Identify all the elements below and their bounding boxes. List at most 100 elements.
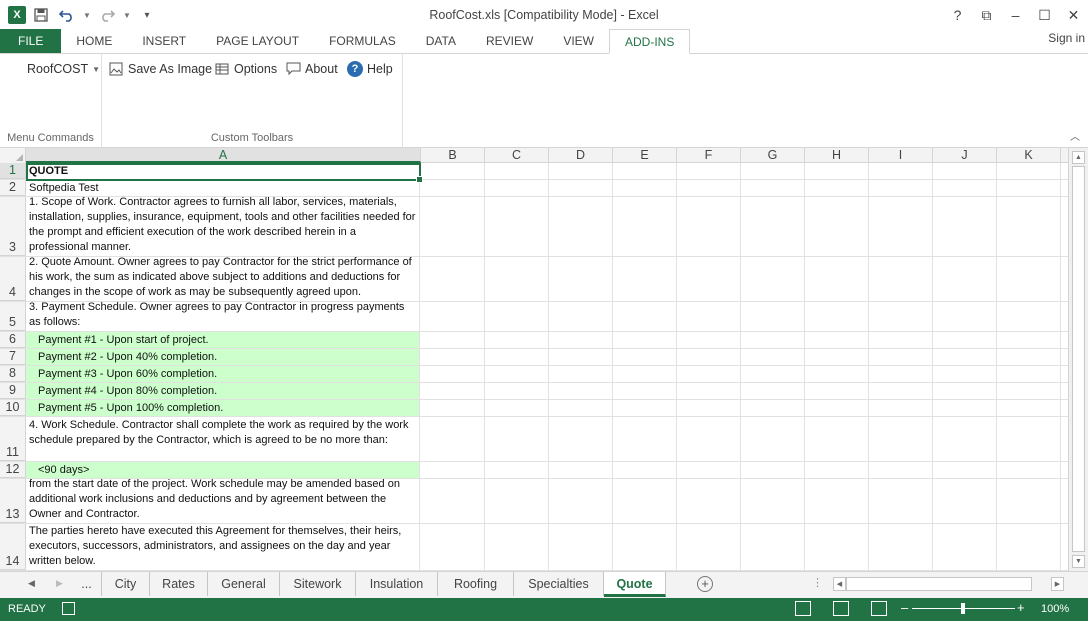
sheet-tab-insulation[interactable]: Insulation [356, 572, 438, 596]
vertical-scrollbar[interactable]: ▲ ▼ [1068, 148, 1088, 571]
tab-home[interactable]: HOME [61, 29, 127, 53]
prev-sheet-icon[interactable]: ◀ [28, 578, 35, 589]
grid-cell[interactable] [741, 349, 805, 365]
grid-cell[interactable] [933, 400, 997, 416]
grid-cell[interactable] [805, 383, 869, 399]
grid-cell[interactable] [421, 349, 485, 365]
grid-cell[interactable] [997, 383, 1061, 399]
grid-cell[interactable] [485, 257, 549, 301]
grid-cell[interactable] [677, 332, 741, 348]
grid-cell[interactable] [933, 479, 997, 523]
cell-a9[interactable]: Payment #4 - Upon 80% completion. [26, 383, 420, 399]
grid-cell[interactable] [613, 180, 677, 196]
grid-cell[interactable] [997, 417, 1061, 461]
grid-cell[interactable] [549, 383, 613, 399]
grid-cell[interactable] [485, 479, 549, 523]
grid-cell[interactable] [869, 180, 933, 196]
grid-cell[interactable] [933, 332, 997, 348]
zoom-slider-thumb[interactable] [961, 603, 965, 614]
grid-cell[interactable] [997, 366, 1061, 382]
grid-cell[interactable] [997, 163, 1061, 179]
grid-cell[interactable] [421, 257, 485, 301]
grid-cell[interactable] [549, 257, 613, 301]
grid-cell[interactable] [869, 462, 933, 478]
scroll-left-icon[interactable]: ◀ [833, 577, 846, 591]
column-header-d[interactable]: D [549, 148, 613, 163]
grid-cell[interactable] [549, 366, 613, 382]
grid-cell[interactable] [549, 302, 613, 331]
grid-cell[interactable] [421, 462, 485, 478]
cell-a14[interactable]: The parties hereto have executed this Ag… [26, 524, 420, 570]
grid-cell[interactable] [997, 257, 1061, 301]
column-header-k[interactable]: K [997, 148, 1061, 163]
help-ribbon-button[interactable]: ? Help [347, 60, 393, 78]
cell-a6[interactable]: Payment #1 - Upon start of project. [26, 332, 420, 348]
row-header[interactable]: 13 [0, 479, 26, 523]
grid-cell[interactable] [549, 417, 613, 461]
grid-cell[interactable] [997, 180, 1061, 196]
zoom-out-button[interactable]: – [901, 600, 908, 615]
grid-cell[interactable] [549, 524, 613, 570]
cell-a1[interactable]: QUOTE [26, 163, 420, 179]
grid-cell[interactable] [549, 180, 613, 196]
row-header[interactable]: 8 [0, 366, 26, 382]
grid-cell[interactable] [485, 332, 549, 348]
undo-dropdown-icon[interactable]: ▼ [82, 4, 92, 26]
grid-cell[interactable] [421, 197, 485, 256]
grid-cell[interactable] [677, 180, 741, 196]
grid-cell[interactable] [677, 257, 741, 301]
grid-cell[interactable] [613, 349, 677, 365]
column-header-c[interactable]: C [485, 148, 549, 163]
row-header[interactable]: 6 [0, 332, 26, 348]
grid-cell[interactable] [549, 479, 613, 523]
column-header-a[interactable]: A [26, 148, 421, 163]
grid-cell[interactable] [549, 163, 613, 179]
sheet-tab-general[interactable]: General [208, 572, 280, 596]
cell-a2[interactable]: Softpedia Test [26, 180, 420, 196]
row-header[interactable]: 7 [0, 349, 26, 365]
grid-cell[interactable] [613, 479, 677, 523]
grid-cell[interactable] [549, 462, 613, 478]
grid-cell[interactable] [677, 366, 741, 382]
cell-a7[interactable]: Payment #2 - Upon 40% completion. [26, 349, 420, 365]
column-header-f[interactable]: F [677, 148, 741, 163]
grid-cell[interactable] [805, 163, 869, 179]
row-header[interactable]: 9 [0, 383, 26, 399]
scroll-right-icon[interactable]: ▶ [1051, 577, 1064, 591]
row-header[interactable]: 11 [0, 417, 26, 461]
grid-cell[interactable] [677, 462, 741, 478]
grid-cell[interactable] [933, 524, 997, 570]
grid-cell[interactable] [613, 462, 677, 478]
grid-cell[interactable] [549, 349, 613, 365]
tab-split-handle-icon[interactable]: ⋮ [812, 576, 823, 589]
grid-cell[interactable] [869, 383, 933, 399]
grid-cell[interactable] [741, 332, 805, 348]
grid-cell[interactable] [613, 366, 677, 382]
sheet-tab-quote[interactable]: Quote [604, 572, 666, 597]
grid-cell[interactable] [613, 524, 677, 570]
grid-cell[interactable] [805, 302, 869, 331]
grid-cell[interactable] [613, 257, 677, 301]
grid-cell[interactable] [869, 524, 933, 570]
grid-cell[interactable] [741, 462, 805, 478]
grid-cell[interactable] [485, 400, 549, 416]
grid-cell[interactable] [485, 524, 549, 570]
help-button[interactable]: ? [943, 0, 972, 30]
row-header[interactable]: 10 [0, 400, 26, 416]
grid-cell[interactable] [485, 366, 549, 382]
grid-cell[interactable] [677, 163, 741, 179]
grid-cell[interactable] [485, 349, 549, 365]
plus-circle-icon[interactable]: + [697, 576, 713, 592]
macro-recording-icon[interactable] [62, 602, 75, 615]
cell-a3[interactable]: 1. Scope of Work. Contractor agrees to f… [26, 196, 420, 256]
row-header[interactable]: 2 [0, 180, 26, 196]
sheet-tabs-ellipsis[interactable]: ... [72, 572, 102, 596]
grid-cell[interactable] [869, 197, 933, 256]
grid-cell[interactable] [933, 257, 997, 301]
grid-cell[interactable] [933, 349, 997, 365]
roofcost-menu-button[interactable]: RoofCOST ▼ [27, 60, 100, 78]
column-header-b[interactable]: B [421, 148, 485, 163]
grid-cell[interactable] [997, 349, 1061, 365]
grid-cell[interactable] [869, 366, 933, 382]
grid-cell[interactable] [613, 332, 677, 348]
